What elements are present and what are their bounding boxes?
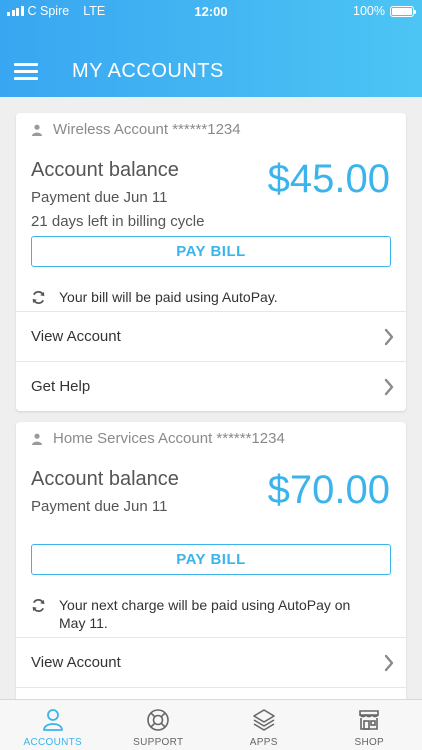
lifebuoy-icon xyxy=(147,709,170,731)
person-icon xyxy=(42,709,63,731)
tab-label: SHOP xyxy=(354,737,385,748)
tab-label: SUPPORT xyxy=(133,737,184,748)
autopay-text: Your bill will be paid using AutoPay. xyxy=(59,289,278,305)
home-services-account-card: Home Services Account ******1234 Account… xyxy=(16,422,406,722)
account-header: Wireless Account ******1234 xyxy=(31,121,241,138)
account-name: Wireless Account ******1234 xyxy=(53,121,241,138)
layers-icon xyxy=(252,709,275,731)
status-bar: C Spire LTE 12:00 100% xyxy=(0,0,422,22)
account-name: Home Services Account ******1234 xyxy=(53,430,285,447)
tab-support[interactable]: SUPPORT xyxy=(106,700,212,750)
status-right: 100% xyxy=(353,4,416,18)
get-help-row[interactable]: Get Help xyxy=(16,361,406,411)
battery-percent: 100% xyxy=(353,4,385,18)
get-help-label: Get Help xyxy=(31,378,91,395)
tab-apps[interactable]: APPS xyxy=(211,700,317,750)
tab-label: ACCOUNTS xyxy=(23,737,82,748)
bottom-tab-bar: ACCOUNTS SUPPORT APPS SHOP xyxy=(0,699,422,750)
user-icon xyxy=(32,433,42,445)
balance-label: Account balance xyxy=(31,468,179,490)
store-icon xyxy=(359,710,380,730)
app-header: C Spire LTE 12:00 100% MY ACCOUNTS xyxy=(0,0,422,97)
tab-label: APPS xyxy=(249,737,278,748)
pay-bill-button[interactable]: PAY BILL xyxy=(31,544,391,575)
pay-bill-button[interactable]: PAY BILL xyxy=(31,236,391,267)
account-header: Home Services Account ******1234 xyxy=(31,430,285,447)
autopay-sync-icon xyxy=(32,599,45,612)
payment-due: Payment due Jun 11 xyxy=(31,189,168,206)
balance-amount: $45.00 xyxy=(267,157,390,201)
tab-accounts[interactable]: ACCOUNTS xyxy=(0,700,106,750)
page-title: MY ACCOUNTS xyxy=(72,60,224,82)
chevron-right-icon xyxy=(384,378,394,395)
battery-icon xyxy=(390,5,416,17)
balance-amount: $70.00 xyxy=(267,468,390,512)
view-account-row[interactable]: View Account xyxy=(16,637,406,687)
tab-shop[interactable]: SHOP xyxy=(317,700,422,750)
autopay-sync-icon xyxy=(32,291,45,304)
wireless-account-card: Wireless Account ******1234 Account bala… xyxy=(16,113,406,411)
chevron-right-icon xyxy=(384,328,394,345)
battery-fill xyxy=(392,7,412,15)
autopay-notice: Your bill will be paid using AutoPay. xyxy=(31,288,379,306)
billing-cycle: 21 days left in billing cycle xyxy=(31,213,205,230)
view-account-label: View Account xyxy=(31,654,121,671)
balance-label: Account balance xyxy=(31,159,179,181)
hamburger-menu-icon[interactable] xyxy=(14,63,38,80)
view-account-row[interactable]: View Account xyxy=(16,311,406,361)
chevron-right-icon xyxy=(384,654,394,671)
autopay-text: Your next charge will be paid using Auto… xyxy=(59,597,351,631)
view-account-label: View Account xyxy=(31,328,121,345)
autopay-notice: Your next charge will be paid using Auto… xyxy=(31,596,379,632)
payment-due: Payment due Jun 11 xyxy=(31,498,168,515)
user-icon xyxy=(32,124,42,136)
